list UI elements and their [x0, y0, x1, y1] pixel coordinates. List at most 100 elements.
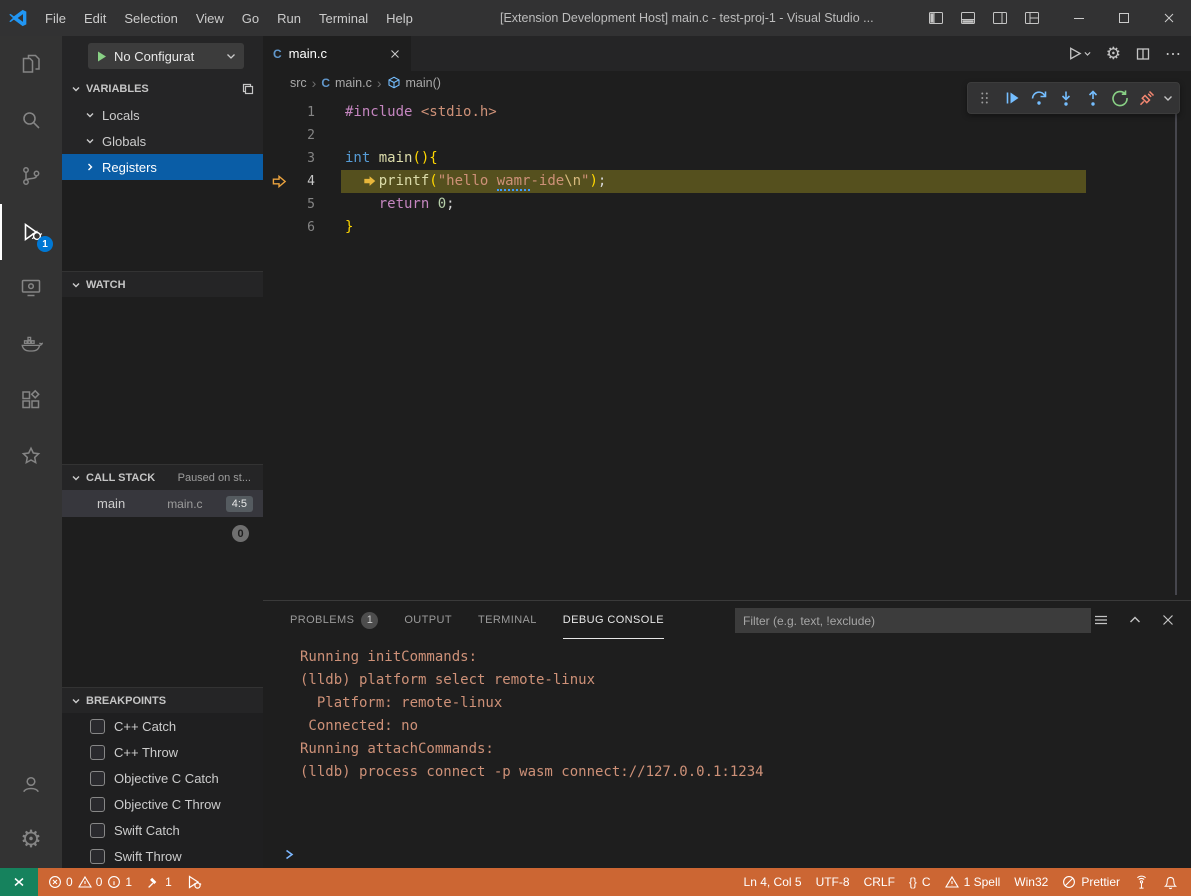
more-actions-icon[interactable]: ⋯ — [1165, 44, 1181, 64]
stack-frame-row[interactable]: main main.c 4:5 — [62, 490, 263, 517]
debug-console-input[interactable] — [283, 848, 296, 861]
maximize-panel-icon[interactable] — [1128, 613, 1142, 627]
close-panel-icon[interactable] — [1161, 613, 1175, 627]
step-over-icon[interactable] — [1025, 85, 1052, 112]
launch-config-dropdown[interactable]: No Configurat — [88, 43, 244, 69]
run-file-icon[interactable] — [1066, 45, 1092, 62]
restart-icon[interactable] — [1106, 85, 1133, 112]
encoding[interactable]: UTF-8 — [809, 868, 857, 896]
breakpoint-row[interactable]: Objective C Throw — [62, 791, 263, 817]
call-stack-section-header[interactable]: CALL STACK Paused on st... — [62, 464, 263, 490]
debug-status-icon[interactable] — [179, 868, 209, 896]
menu-edit[interactable]: Edit — [75, 0, 115, 36]
remote-explorer-icon[interactable] — [0, 260, 62, 316]
breakpoint-checkbox[interactable] — [90, 719, 105, 734]
breakpoint-checkbox[interactable] — [90, 849, 105, 864]
cursor-position[interactable]: Ln 4, Col 5 — [737, 868, 809, 896]
variables-item-globals[interactable]: Globals — [62, 128, 263, 154]
breadcrumb-src[interactable]: src — [290, 76, 307, 90]
star-icon[interactable] — [0, 428, 62, 484]
spell-checker-status[interactable]: 1 Spell — [938, 868, 1008, 896]
breakpoints-section-header[interactable]: BREAKPOINTS — [62, 687, 263, 713]
start-debug-icon[interactable] — [95, 50, 108, 63]
source-control-icon[interactable] — [0, 148, 62, 204]
drag-handle-icon[interactable] — [971, 85, 998, 112]
menu-view[interactable]: View — [187, 0, 233, 36]
breakpoint-checkbox[interactable] — [90, 771, 105, 786]
run-debug-icon[interactable]: 1 — [0, 204, 62, 260]
symbol-cube-icon — [387, 76, 401, 90]
variables-section-header[interactable]: VARIABLES — [62, 76, 263, 102]
editor-scrollbar[interactable] — [1175, 95, 1177, 595]
account-icon[interactable] — [0, 756, 62, 812]
split-editor-icon[interactable] — [1135, 46, 1151, 62]
maximize-button[interactable] — [1101, 0, 1146, 36]
tab-main-c[interactable]: C main.c — [263, 36, 411, 71]
customize-layout-icon[interactable] — [1024, 10, 1040, 26]
breakpoint-checkbox[interactable] — [90, 797, 105, 812]
filter-input[interactable] — [735, 608, 1091, 633]
radio-tower-icon[interactable] — [1127, 868, 1156, 896]
build-target[interactable]: Win32 — [1007, 868, 1055, 896]
breadcrumb-file[interactable]: main.c — [335, 76, 372, 90]
chevron-down-icon[interactable] — [1160, 85, 1176, 112]
debug-toolbar — [967, 82, 1180, 114]
search-icon[interactable] — [0, 92, 62, 148]
remote-indicator[interactable] — [0, 868, 38, 896]
toggle-sidebar-icon[interactable] — [928, 10, 944, 26]
output-actions-icon[interactable] — [1093, 612, 1109, 628]
breakpoints-header-label: BREAKPOINTS — [86, 695, 166, 707]
step-out-icon[interactable] — [1079, 85, 1106, 112]
close-button[interactable] — [1146, 0, 1191, 36]
menu-run[interactable]: Run — [268, 0, 310, 36]
console-line: (lldb) process connect -p wasm connect:/… — [300, 761, 1191, 784]
minimize-button[interactable] — [1056, 0, 1101, 36]
watch-section-header[interactable]: WATCH — [62, 271, 263, 297]
call-stack-body: 0 — [62, 517, 263, 687]
menu-help[interactable]: Help — [377, 0, 422, 36]
call-stack-header-label: CALL STACK — [86, 472, 155, 484]
tab-output[interactable]: OUTPUT — [404, 601, 452, 639]
code-editor[interactable]: 1 2 3 4 5 6 #include <stdio.h> int main(… — [263, 95, 1191, 600]
disconnect-icon[interactable] — [1133, 85, 1160, 112]
breakpoint-row[interactable]: C++ Throw — [62, 739, 263, 765]
breadcrumb-symbol[interactable]: main() — [406, 76, 441, 90]
copy-value-icon[interactable] — [241, 82, 255, 96]
chevron-right-icon: › — [312, 76, 317, 90]
notifications-bell-icon[interactable] — [1156, 868, 1185, 896]
menu-terminal[interactable]: Terminal — [310, 0, 377, 36]
breakpoint-row[interactable]: C++ Catch — [62, 713, 263, 739]
docker-icon[interactable] — [0, 316, 62, 372]
menu-file[interactable]: File — [36, 0, 75, 36]
eol-sequence[interactable]: CRLF — [857, 868, 902, 896]
formatter-status[interactable]: Prettier — [1055, 868, 1127, 896]
gear-icon[interactable]: ⚙ — [1106, 45, 1121, 62]
editor-gutter[interactable]: 1 2 3 4 5 6 — [263, 101, 315, 239]
menu-go[interactable]: Go — [233, 0, 268, 36]
tab-problems[interactable]: PROBLEMS 1 — [290, 601, 378, 639]
breakpoint-checkbox[interactable] — [90, 823, 105, 838]
tools-status[interactable]: 1 — [139, 868, 179, 896]
breakpoint-row[interactable]: Swift Catch — [62, 817, 263, 843]
tab-debug-console[interactable]: DEBUG CONSOLE — [563, 601, 664, 639]
explorer-icon[interactable] — [0, 36, 62, 92]
variables-body — [62, 180, 263, 271]
toggle-secondary-sidebar-icon[interactable] — [992, 10, 1008, 26]
variables-item-locals[interactable]: Locals — [62, 102, 263, 128]
variables-item-registers[interactable]: Registers — [62, 154, 263, 180]
problems-status[interactable]: 0 0 1 — [41, 868, 139, 896]
tab-terminal[interactable]: TERMINAL — [478, 601, 537, 639]
breakpoint-checkbox[interactable] — [90, 745, 105, 760]
settings-gear-icon[interactable]: ⚙ — [0, 812, 62, 868]
breakpoint-row[interactable]: Objective C Catch — [62, 765, 263, 791]
menu-selection[interactable]: Selection — [115, 0, 186, 36]
close-tab-icon[interactable] — [389, 48, 401, 60]
breakpoint-label: Objective C Throw — [114, 797, 221, 812]
breakpoint-row[interactable]: Swift Throw — [62, 843, 263, 868]
language-mode[interactable]: {} C — [902, 868, 938, 896]
debug-console-output[interactable]: Running initCommands: (lldb) platform se… — [263, 639, 1191, 784]
continue-icon[interactable] — [998, 85, 1025, 112]
extensions-icon[interactable] — [0, 372, 62, 428]
step-into-icon[interactable] — [1052, 85, 1079, 112]
toggle-panel-icon[interactable] — [960, 10, 976, 26]
